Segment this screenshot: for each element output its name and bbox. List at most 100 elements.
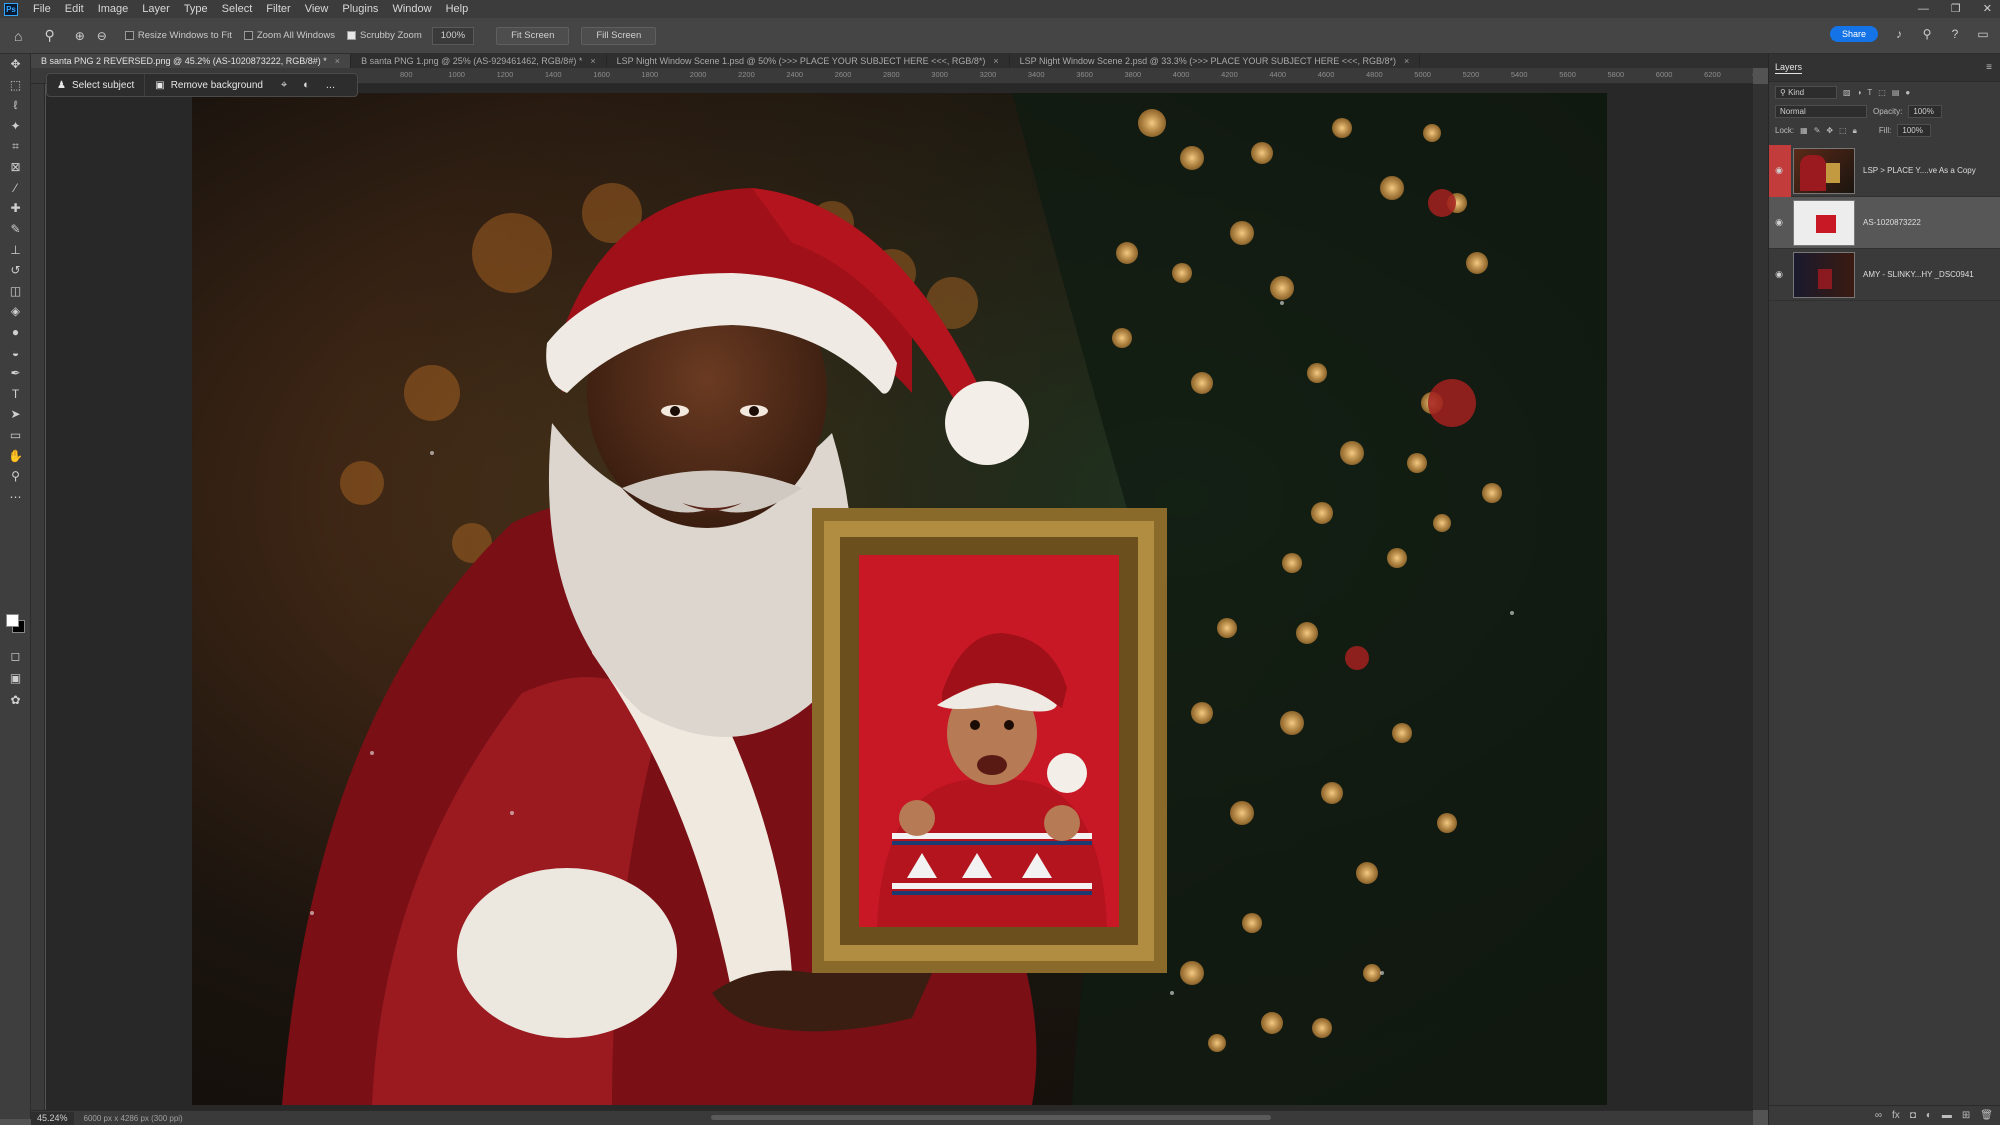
home-icon[interactable]: ⌂ — [14, 28, 22, 44]
transform-icon[interactable]: ⌖ — [273, 79, 295, 92]
lasso-tool-icon[interactable]: ℓ — [0, 95, 31, 116]
layer-style-icon[interactable]: fx — [1892, 1110, 1900, 1121]
horizontal-scrollbar-thumb[interactable] — [711, 1115, 1271, 1120]
frame-tool-icon[interactable]: ⊠ — [0, 157, 31, 178]
blur-tool-icon[interactable]: ● — [0, 322, 31, 343]
screen-mode-icon[interactable]: ▣ — [0, 668, 31, 689]
pen-tool-icon[interactable]: ✒ — [0, 363, 31, 384]
new-layer-icon[interactable]: ⊞ — [1962, 1110, 1970, 1121]
filter-smart-object-icon[interactable]: ▤ — [1892, 88, 1900, 97]
adjustment-layer-icon[interactable]: ◐ — [1926, 1110, 1932, 1121]
magic-wand-tool-icon[interactable]: ✦ — [0, 116, 31, 137]
visibility-eye-icon[interactable]: ◉ — [1769, 217, 1789, 228]
zoom-out-icon[interactable]: ⊖ — [97, 29, 107, 43]
layer-name[interactable]: AS-1020873222 — [1863, 218, 1921, 227]
visibility-eye-icon[interactable]: ◉ — [1769, 165, 1789, 176]
zoom-level-field[interactable]: 45.24% — [31, 1111, 74, 1125]
vertical-ruler[interactable] — [31, 84, 45, 1110]
scrubby-zoom-checkbox[interactable]: Scrubby Zoom — [346, 30, 422, 41]
close-tab-icon[interactable]: × — [993, 54, 998, 68]
history-brush-icon[interactable]: ↺ — [0, 260, 31, 281]
bell-icon[interactable]: ♪ — [1892, 27, 1906, 41]
close-tab-icon[interactable]: × — [1404, 54, 1409, 68]
zoom-all-windows-checkbox[interactable]: Zoom All Windows — [243, 30, 335, 41]
quick-mask-icon[interactable]: ◻ — [0, 646, 31, 667]
layer-row[interactable]: ◉ AS-1020873222 — [1769, 197, 2000, 249]
workspace-icon[interactable]: ▭ — [1976, 27, 1990, 41]
lock-position-icon[interactable]: ✥ — [1826, 126, 1833, 135]
more-tools-icon[interactable]: ⋯ — [0, 486, 31, 507]
crop-tool-icon[interactable]: ⌗ — [0, 136, 31, 157]
filter-shape-icon[interactable]: ⬚ — [1878, 88, 1886, 97]
zoom-tool-icon[interactable]: ⚲ — [44, 27, 54, 44]
zoom-in-icon[interactable]: ⊕ — [75, 29, 85, 43]
menu-view[interactable]: View — [298, 0, 336, 18]
close-tab-icon[interactable]: × — [590, 54, 595, 68]
canvas-area[interactable] — [46, 84, 1753, 1110]
share-button[interactable]: Share — [1829, 26, 1878, 42]
brush-tool-icon[interactable]: ✎ — [0, 219, 31, 240]
eyedropper-tool-icon[interactable]: ⁄ — [0, 178, 31, 199]
menu-image[interactable]: Image — [91, 0, 136, 18]
clone-stamp-icon[interactable]: ⊥ — [0, 239, 31, 260]
close-tab-icon[interactable]: × — [335, 54, 340, 68]
opacity-field[interactable]: 100% — [1908, 105, 1943, 118]
visibility-eye-icon[interactable]: ◉ — [1769, 269, 1789, 280]
move-tool-icon[interactable]: ✥ — [0, 54, 31, 75]
new-group-icon[interactable]: ▬ — [1942, 1110, 1952, 1121]
adjustment-icon[interactable]: ◐ — [295, 79, 318, 91]
layer-name[interactable]: LSP > PLACE Y....ve As a Copy — [1863, 166, 1976, 175]
tab-document-2[interactable]: B santa PNG 1.png @ 25% (AS-929461462, R… — [351, 54, 607, 68]
document-canvas[interactable] — [192, 93, 1607, 1105]
layer-name[interactable]: AMY - SLINKY...HY _DSC0941 — [1863, 270, 1974, 279]
lock-transparent-icon[interactable]: ▦ — [1800, 126, 1808, 135]
tab-document-3[interactable]: LSP Night Window Scene 1.psd @ 50% (>>> … — [607, 54, 1010, 68]
layer-filter-kind[interactable]: ⚲ Kind — [1775, 86, 1837, 99]
filter-toggle-icon[interactable]: ● — [1905, 88, 1910, 97]
lock-all-icon[interactable]: 🔒︎ — [1853, 126, 1857, 136]
zoom-tool-icon[interactable]: ⚲ — [0, 466, 31, 487]
panel-menu-icon[interactable]: ≡ — [1986, 62, 1992, 73]
path-selection-icon[interactable]: ➤ — [0, 404, 31, 425]
resize-windows-checkbox[interactable]: Resize Windows to Fit — [124, 30, 232, 41]
zoom-percent-field[interactable]: 100% — [431, 26, 475, 45]
remove-background-button[interactable]: ▣ Remove background — [144, 74, 273, 96]
menu-filter[interactable]: Filter — [259, 0, 297, 18]
generative-icon[interactable]: ✿ — [0, 690, 31, 711]
menu-plugins[interactable]: Plugins — [335, 0, 385, 18]
help-icon[interactable]: ? — [1948, 27, 1962, 41]
filter-pixel-icon[interactable]: ▨ — [1843, 88, 1851, 97]
menu-help[interactable]: Help — [439, 0, 476, 18]
tab-document-4[interactable]: LSP Night Window Scene 2.psd @ 33.3% (>>… — [1010, 54, 1421, 68]
layer-row[interactable]: ◉ AMY - SLINKY...HY _DSC0941 — [1769, 249, 2000, 301]
filter-type-icon[interactable]: T — [1867, 88, 1872, 97]
tab-document-1[interactable]: B santa PNG 2 REVERSED.png @ 45.2% (AS-1… — [31, 54, 352, 68]
restore-icon[interactable]: ❐ — [1951, 0, 1961, 18]
link-layers-icon[interactable]: ∞ — [1875, 1110, 1882, 1121]
photoshop-logo-icon[interactable]: Ps — [4, 2, 18, 16]
fill-screen-button[interactable]: Fill Screen — [581, 26, 657, 45]
document-info[interactable]: 6000 px x 4286 px (300 ppi) — [84, 1114, 183, 1123]
more-options-icon[interactable]: ... — [318, 79, 343, 91]
minimize-icon[interactable]: — — [1918, 0, 1929, 18]
layers-tab[interactable]: Layers — [1775, 62, 1803, 74]
search-icon[interactable]: ⚲ — [1920, 27, 1934, 41]
lock-artboard-icon[interactable]: ⬚ — [1839, 126, 1847, 135]
marquee-tool-icon[interactable]: ⬚ — [0, 75, 31, 96]
menu-file[interactable]: File — [26, 0, 58, 18]
select-subject-button[interactable]: ♟ Select subject — [47, 74, 144, 96]
delete-layer-icon[interactable]: 🗑︎ — [1980, 1110, 1993, 1121]
fill-field[interactable]: 100% — [1897, 124, 1932, 137]
paint-bucket-icon[interactable]: ◈ — [0, 301, 31, 322]
foreground-color-swatch[interactable] — [6, 614, 19, 627]
healing-brush-icon[interactable]: ✚ — [0, 198, 31, 219]
close-icon[interactable]: ✕ — [1983, 0, 1992, 18]
eraser-tool-icon[interactable]: ◫ — [0, 281, 31, 302]
menu-window[interactable]: Window — [385, 0, 438, 18]
menu-layer[interactable]: Layer — [135, 0, 177, 18]
rectangle-tool-icon[interactable]: ▭ — [0, 425, 31, 446]
dodge-tool-icon[interactable]: ◒ — [0, 342, 31, 363]
type-tool-icon[interactable]: T — [0, 384, 31, 405]
fit-screen-button[interactable]: Fit Screen — [496, 26, 570, 45]
filter-adjustment-icon[interactable]: ◑ — [1857, 88, 1862, 97]
